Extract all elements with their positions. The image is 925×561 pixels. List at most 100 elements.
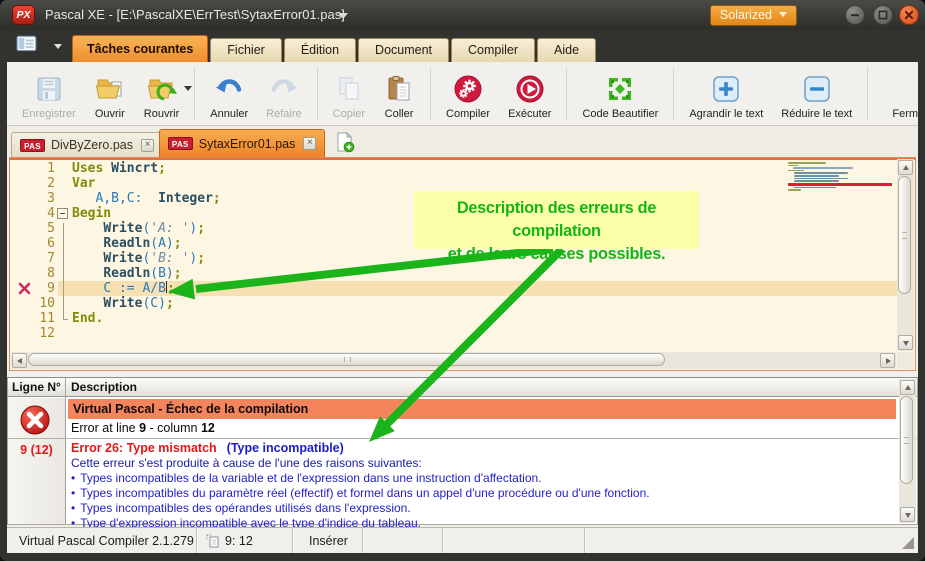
error-panel: Ligne N° Description Virtual Pascal - Éc… xyxy=(7,377,918,525)
vertical-scroll-thumb[interactable] xyxy=(900,396,913,484)
title-caret-icon[interactable] xyxy=(338,13,348,19)
code-line[interactable]: 11End. xyxy=(10,311,897,326)
compiler-button[interactable]: Compiler xyxy=(437,64,499,125)
executer-button[interactable]: Exécuter xyxy=(499,64,560,125)
menu-tab-fichier[interactable]: Fichier xyxy=(210,38,282,62)
zoom-out-icon xyxy=(801,73,833,105)
annuler-button[interactable]: Annuler xyxy=(201,64,257,125)
maximize-button[interactable] xyxy=(873,5,893,25)
ouvrir-button[interactable]: Ouvrir xyxy=(85,64,135,125)
window-title: Pascal XE - [E:\PascalXE\ErrTest\SytaxEr… xyxy=(45,7,345,22)
code-line[interactable]: 10 Write(C); xyxy=(10,296,897,311)
fold-collapse-icon[interactable] xyxy=(57,208,68,219)
error-title-en: Error 26: Type mismatch xyxy=(71,441,217,455)
scroll-left-button[interactable] xyxy=(12,353,27,368)
menu-tab-edition[interactable]: Édition xyxy=(284,38,356,62)
toolbar-button-label: Code Beautifier xyxy=(582,108,658,120)
new-file-button[interactable] xyxy=(334,131,356,153)
code-line[interactable]: 1Uses Wincrt; xyxy=(10,161,897,176)
menu-tab-document[interactable]: Document xyxy=(358,38,449,62)
menu-tab-compiler[interactable]: Compiler xyxy=(451,38,535,62)
error-cause-item: •Types incompatibles des opérandes utili… xyxy=(71,501,650,516)
line-number: 10 xyxy=(10,296,55,311)
menu-tab-aide[interactable]: Aide xyxy=(537,38,596,62)
app-window: PX Pascal XE - [E:\PascalXE\ErrTest\Syta… xyxy=(0,0,925,561)
minimize-button[interactable] xyxy=(845,5,865,25)
minimap-line xyxy=(788,170,804,172)
reopen-folder-icon xyxy=(146,73,178,105)
close-icon xyxy=(900,6,918,24)
error-title[interactable]: Error 26: Type mismatch(Type incompatibl… xyxy=(71,441,344,455)
code-text: Begin xyxy=(72,206,111,221)
error-intro: Cette erreur s'est produite à cause de l… xyxy=(71,456,422,470)
main-content: EnregistrerOuvrirRouvrirAnnulerRefaireCo… xyxy=(7,62,918,553)
error-cause-item: •Types incompatibles du paramètre réel (… xyxy=(71,486,650,501)
undo-icon xyxy=(213,73,245,105)
menu-tab-taches-courantes[interactable]: Tâches courantes xyxy=(72,35,208,62)
refaire-button: Refaire xyxy=(257,64,310,125)
resize-grip[interactable] xyxy=(902,537,914,549)
panel-vertical-scrollbar[interactable] xyxy=(899,379,916,523)
scroll-right-button[interactable] xyxy=(880,353,895,368)
code-line[interactable]: 12 xyxy=(10,326,897,341)
line-number: 2 xyxy=(10,176,55,191)
tab-close-button[interactable]: × xyxy=(141,139,154,152)
tab-close-button[interactable]: × xyxy=(303,137,316,150)
compiler-failure-banner[interactable]: Virtual Pascal - Échec de la compilation xyxy=(68,399,896,419)
line-number: 9 xyxy=(10,281,55,296)
run-icon xyxy=(514,73,546,105)
editor-vertical-scrollbar[interactable] xyxy=(897,159,914,351)
editor-horizontal-scrollbar[interactable] xyxy=(11,352,896,369)
status-empty-2 xyxy=(443,528,585,553)
error-line-ref[interactable]: 9 (12) xyxy=(8,443,65,457)
close-button[interactable] xyxy=(899,5,919,25)
ferm-button[interactable]: Ferm xyxy=(874,64,918,125)
theme-label: Solarized xyxy=(720,8,772,22)
minimap-line xyxy=(794,187,836,189)
code-line[interactable]: 2Var xyxy=(10,176,897,191)
title-bar: PX Pascal XE - [E:\PascalXE\ErrTest\Syta… xyxy=(0,0,925,30)
scroll-down-button[interactable] xyxy=(898,335,913,350)
toolbar-button-label: Ouvrir xyxy=(95,108,125,120)
agrandir-le-text-button[interactable]: Agrandir le text xyxy=(680,64,772,125)
fold-guide-line xyxy=(63,223,68,320)
line-number: 12 xyxy=(10,326,55,341)
code-text: A,B,C: Integer; xyxy=(72,191,221,206)
code-line[interactable]: 8 Readln(B); xyxy=(10,266,897,281)
toolbar-separator xyxy=(867,68,868,121)
row-divider xyxy=(8,438,917,439)
error-panel-header: Ligne N° Description xyxy=(8,378,917,397)
file-tab-sytaxerror01-pas[interactable]: PASSytaxError01.pas× xyxy=(159,129,326,157)
app-logo[interactable]: PX xyxy=(12,5,35,25)
toolbar-button-label: Compiler xyxy=(446,108,490,120)
vertical-scroll-thumb[interactable] xyxy=(898,176,911,294)
status-compiler: Virtual Pascal Compiler 2.1.279 xyxy=(7,528,197,553)
line-number: 3 xyxy=(10,191,55,206)
coller-button[interactable]: Coller xyxy=(374,64,424,125)
menu-button[interactable] xyxy=(16,34,68,58)
code-beautifier-button[interactable]: Code Beautifier xyxy=(573,64,667,125)
scroll-down-button[interactable] xyxy=(900,507,915,522)
annotation-line-1: Description des erreurs de compilation xyxy=(414,196,699,242)
minimap-line xyxy=(788,165,798,167)
minimap[interactable] xyxy=(788,162,892,192)
horizontal-scroll-thumb[interactable] xyxy=(28,353,665,366)
status-insert-mode: Insérer xyxy=(293,528,363,553)
code-line[interactable]: 9 C := A/B; xyxy=(10,281,897,296)
toolbar-separator xyxy=(317,68,318,121)
open-folder-icon xyxy=(94,73,126,105)
theme-selector-button[interactable]: Solarized xyxy=(710,5,797,26)
scroll-up-button[interactable] xyxy=(898,160,913,175)
scroll-up-button[interactable] xyxy=(900,380,915,395)
redo-icon xyxy=(268,73,300,105)
toolbar-button-label: Annuler xyxy=(210,108,248,120)
chevron-down-icon[interactable] xyxy=(184,86,192,91)
status-caret-position: 9: 12 xyxy=(197,528,293,553)
error-location-text[interactable]: Error at line 9 - column 12 xyxy=(71,421,215,435)
chevron-down-icon xyxy=(779,12,787,17)
rouvrir-button[interactable]: Rouvrir xyxy=(135,64,188,125)
status-empty-1 xyxy=(363,528,443,553)
file-tab-divbyzero-pas[interactable]: PASDivByZero.pas× xyxy=(11,132,163,157)
reduire-le-text-button[interactable]: Réduire le text xyxy=(772,64,861,125)
code-text: Readln(A); xyxy=(72,236,182,251)
